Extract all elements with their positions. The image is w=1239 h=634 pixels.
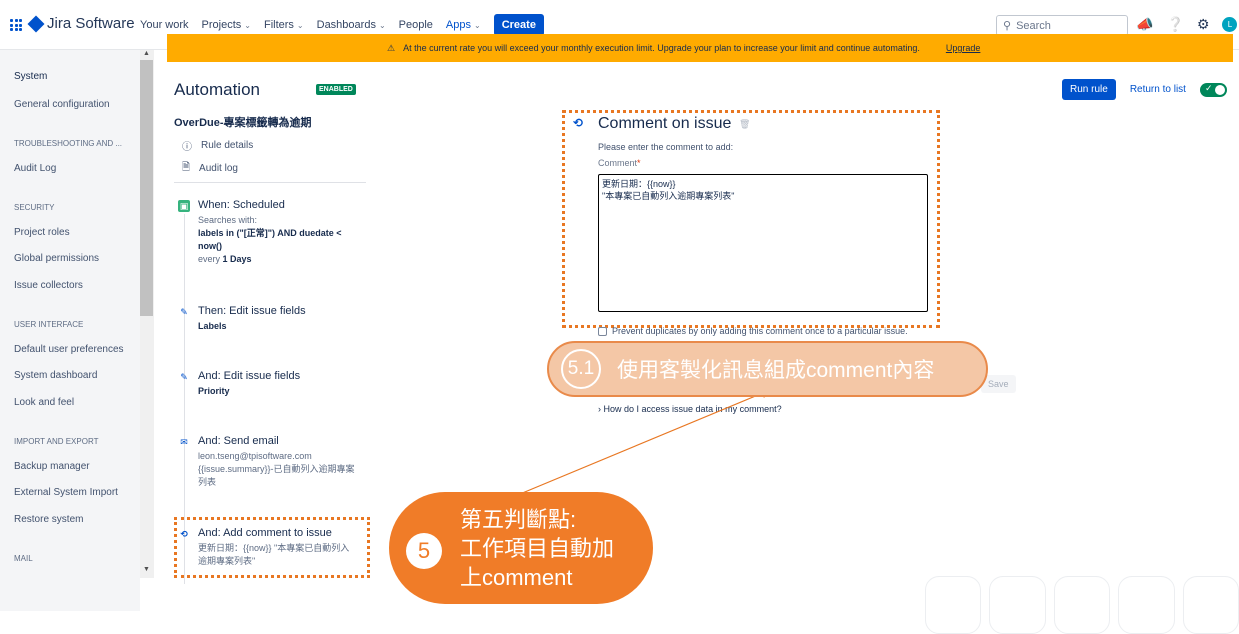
callout-number: 5.1 <box>561 349 601 389</box>
callout-5-1: 5.1 使用客製化訊息組成comment內容 <box>547 341 988 397</box>
callout-text: 使用客製化訊息組成comment內容 <box>617 359 935 382</box>
callout-5: 5 第五判斷點: 工作項目自動加 上comment <box>389 492 653 604</box>
decorative-watermark <box>925 576 1239 634</box>
callout-text: 第五判斷點: 工作項目自動加 上comment <box>460 507 615 590</box>
callout-number: 5 <box>406 533 442 569</box>
